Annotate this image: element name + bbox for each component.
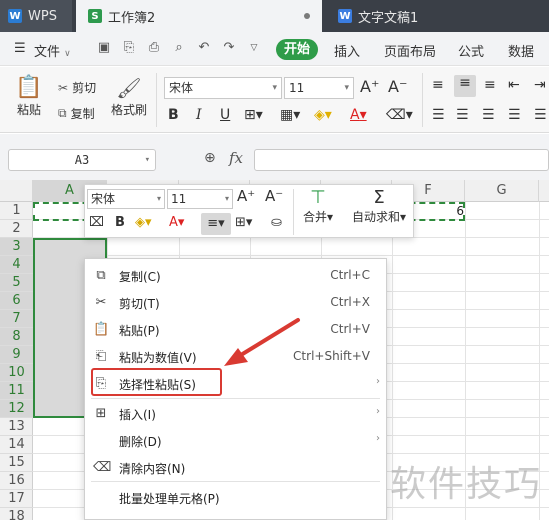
watermark-text: 软件技巧 bbox=[390, 464, 543, 505]
pointer-arrow bbox=[224, 318, 300, 366]
arrow-shaft bbox=[234, 318, 300, 360]
